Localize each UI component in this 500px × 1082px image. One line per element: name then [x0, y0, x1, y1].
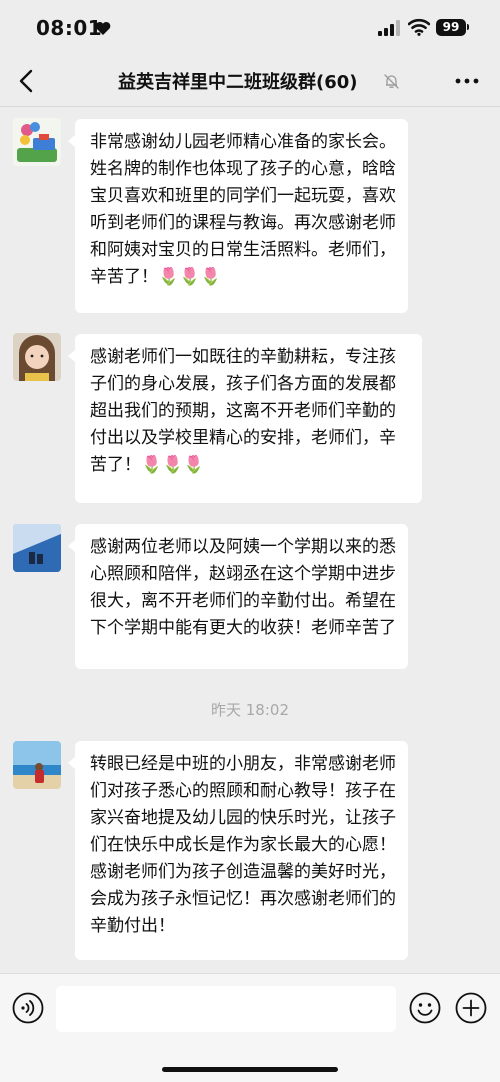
message-text: 转眼已经是中班的小朋友，非常感谢老师们对孩子悉心的照顾和耐心教导！孩子在家兴奋地… — [90, 754, 396, 936]
sender-avatar[interactable] — [13, 333, 61, 381]
sender-avatar[interactable] — [13, 741, 61, 789]
message-bubble[interactable]: 感谢两位老师以及阿姨一个学期以来的悉心照顾和陪伴，赵翊丞在这个学期中进步很大，离… — [68, 524, 408, 669]
more-functions-button[interactable] — [455, 992, 487, 1024]
back-button[interactable] — [12, 66, 42, 96]
sender-avatar[interactable] — [13, 524, 61, 572]
emoji-button[interactable] — [409, 992, 441, 1024]
message-bubble[interactable]: 感谢老师们一如既往的辛勤耕耘，专注孩子们的身心发展，孩子们各方面的发展都超出我们… — [68, 334, 422, 503]
message-timestamp: 昨天 18:02 — [211, 701, 289, 719]
more-options-button[interactable] — [453, 68, 481, 94]
chat-title: 益英吉祥里中二班班级群(60) — [118, 72, 358, 93]
input-bar — [0, 973, 500, 1082]
nav-bar: 益英吉祥里中二班班级群(60) — [0, 56, 500, 107]
message-bubble[interactable]: 非常感谢幼儿园老师精心准备的家长会。姓名牌的制作也体现了孩子的心意，晗晗宝贝喜欢… — [68, 119, 408, 313]
status-bar: 08:01 99 — [0, 0, 500, 56]
voice-input-button[interactable] — [12, 992, 44, 1024]
wifi-icon — [408, 18, 430, 36]
message-text: 非常感谢幼儿园老师精心准备的家长会。姓名牌的制作也体现了孩子的心意，晗晗宝贝喜欢… — [90, 132, 396, 287]
battery-tip — [467, 24, 469, 30]
message-text: 感谢两位老师以及阿姨一个学期以来的悉心照顾和陪伴，赵翊丞在这个学期中进步很大，离… — [90, 537, 396, 638]
sender-avatar[interactable] — [13, 118, 61, 166]
battery-icon: 99 — [436, 19, 466, 36]
message-text: 感谢老师们一如既往的辛勤耕耘，专注孩子们的身心发展，孩子们各方面的发展都超出我们… — [90, 347, 396, 475]
message-input[interactable] — [56, 986, 396, 1032]
cellular-signal-icon — [378, 20, 400, 36]
status-time: 08:01 — [36, 16, 103, 40]
mute-bell-icon — [384, 74, 399, 89]
home-indicator — [162, 1067, 338, 1072]
heart-icon — [95, 21, 111, 35]
message-bubble[interactable]: 转眼已经是中班的小朋友，非常感谢老师们对孩子悉心的照顾和耐心教导！孩子在家兴奋地… — [68, 741, 408, 960]
